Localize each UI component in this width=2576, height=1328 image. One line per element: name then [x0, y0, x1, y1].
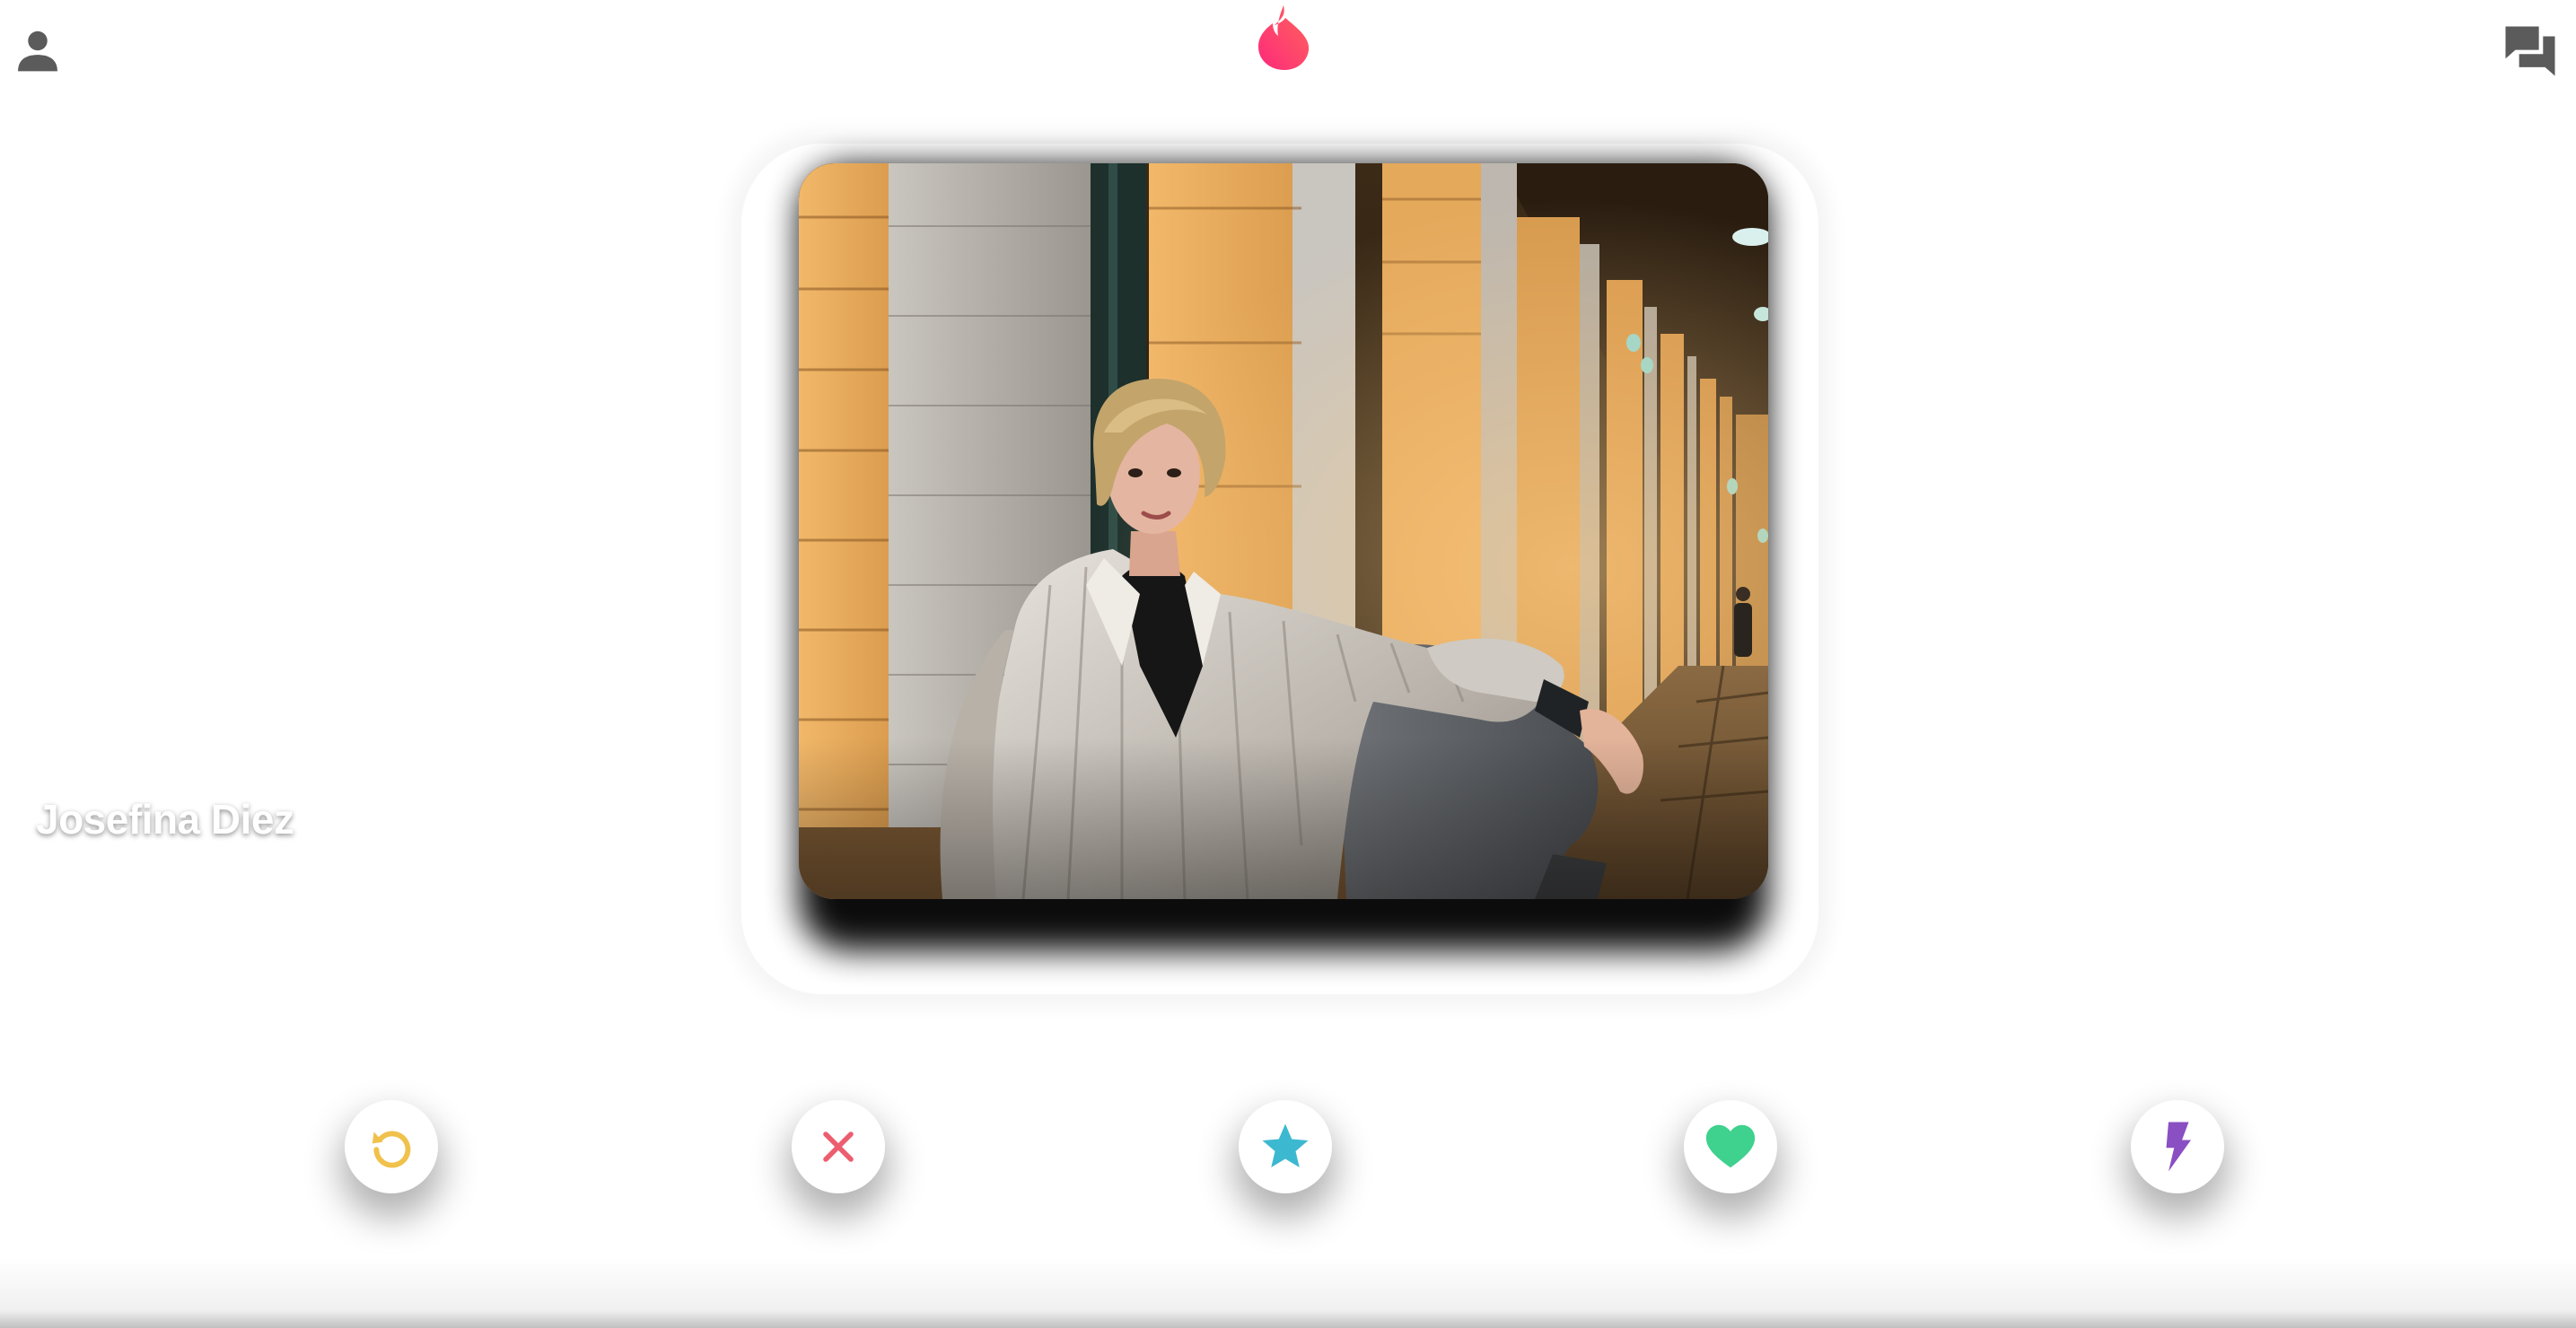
nope-button[interactable]: [792, 1100, 885, 1193]
app-logo[interactable]: [1253, 4, 1316, 72]
boost-button[interactable]: [2131, 1100, 2224, 1193]
close-icon: [823, 1131, 854, 1162]
top-bar: [0, 0, 2576, 108]
rewind-icon: [372, 1131, 411, 1168]
rewind-button[interactable]: [345, 1100, 438, 1193]
bottom-edge-shade: [0, 1256, 2576, 1328]
heart-icon: [1705, 1124, 1756, 1168]
messages-button[interactable]: [2501, 22, 2560, 81]
flame-icon: [1258, 5, 1310, 70]
swipe-actions-bar: [0, 1100, 2576, 1199]
profile-card[interactable]: [799, 163, 1768, 899]
star-icon: [1262, 1123, 1309, 1167]
person-icon: [18, 31, 57, 72]
profile-name: Josefina Diez: [36, 796, 294, 843]
like-button[interactable]: [1684, 1100, 1777, 1193]
super-like-button[interactable]: [1239, 1100, 1332, 1193]
profile-button[interactable]: [13, 25, 63, 75]
chat-bubbles-icon: [2505, 26, 2555, 76]
app-root: Josefina Diez: [0, 0, 2576, 1328]
lightning-icon: [2166, 1122, 2191, 1172]
profile-photo: [799, 163, 1768, 899]
